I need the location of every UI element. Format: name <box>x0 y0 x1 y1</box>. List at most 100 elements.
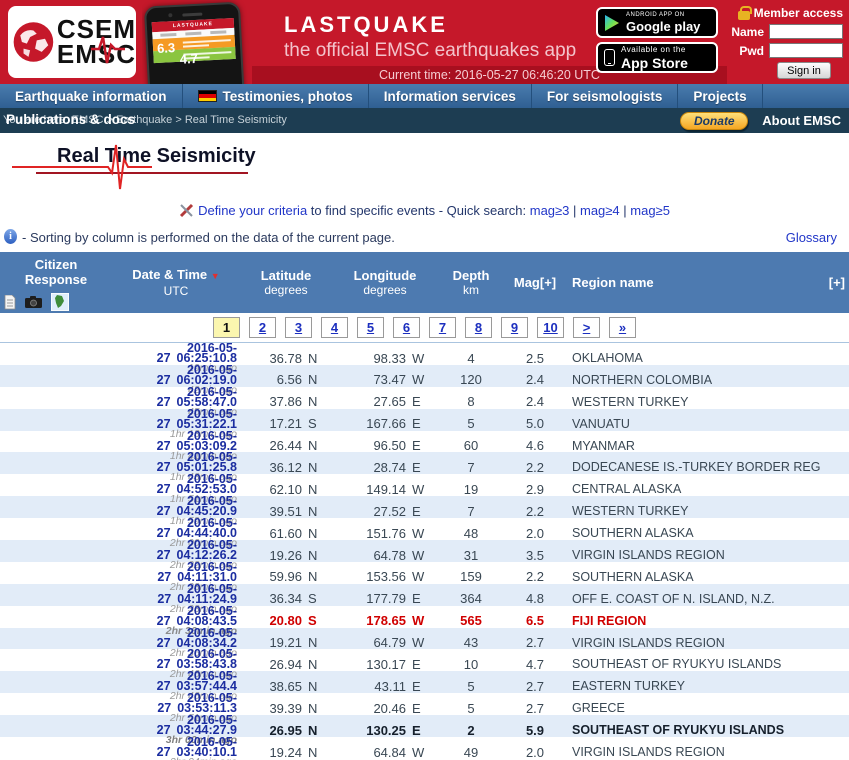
table-row[interactable]: 2016-05-27 05:31:22.1 1hr 13min ago 17.21… <box>0 407 849 439</box>
longitude-dir-cell: W <box>412 350 425 366</box>
expand-columns-button[interactable]: [+] <box>828 275 849 290</box>
date-time-header[interactable]: Date & Time ▼ UTC <box>112 267 240 299</box>
member-access-title: Member access <box>753 6 843 20</box>
table-row[interactable]: 2016-05-2703:40:10.1 3hr 04min ago 19.24… <box>0 736 849 760</box>
latitude-cell: 37.86 <box>269 394 302 410</box>
table-row[interactable]: 2016-05-27 04:11:31.0 2hr 33min ago 59.96… <box>0 561 849 593</box>
table-row[interactable]: 2016-05-27 03:58:43.8 2hr 46min ago 26.94… <box>0 648 849 680</box>
depth-cell: 7 <box>467 459 475 475</box>
region-cell[interactable]: DODECANESE IS.-TURKEY BORDER REG <box>566 460 828 474</box>
nav-item-information-services[interactable]: Information services <box>369 84 532 108</box>
region-cell[interactable]: NORTHERN COLOMBIA <box>566 373 828 387</box>
table-row[interactable]: 2016-05-27 03:44:27.9 3hr 00min ago 26.95… <box>0 714 849 745</box>
region-cell[interactable]: FIJI REGION <box>566 614 828 628</box>
page-link[interactable]: 7 <box>429 317 456 338</box>
table-row[interactable]: 2016-05-27 06:25:10.8 19min ago 36.78 N 9… <box>0 342 849 374</box>
donate-button[interactable]: Donate <box>680 111 749 130</box>
table-row[interactable]: 2016-05-27 04:52:53.0 1hr 51min ago 62.10… <box>0 473 849 505</box>
camera-icon[interactable] <box>25 296 42 308</box>
page-current[interactable]: 1 <box>213 317 240 338</box>
region-cell[interactable]: VANUATU <box>566 417 828 431</box>
magnitude-header[interactable]: Mag[+] <box>504 275 566 290</box>
page-link[interactable]: 6 <box>393 317 420 338</box>
region-cell[interactable]: WESTERN TURKEY <box>566 395 828 409</box>
region-header[interactable]: Region name <box>566 275 828 290</box>
region-cell[interactable]: OFF E. COAST OF N. ISLAND, N.Z. <box>566 592 828 606</box>
name-field[interactable] <box>769 24 843 39</box>
region-cell[interactable]: CENTRAL ALASKA <box>566 482 828 496</box>
page-next[interactable]: > <box>573 317 600 338</box>
emsc-logo[interactable]: CSEM EMSC <box>8 6 136 78</box>
page-last[interactable]: » <box>609 317 636 338</box>
longitude-cell: 149.14 <box>366 481 406 497</box>
table-row[interactable]: 2016-05-27 06:02:19.0 42min ago 6.56 N 73… <box>0 364 849 395</box>
sign-in-button[interactable]: Sign in <box>777 62 831 79</box>
map-icon[interactable] <box>51 293 69 311</box>
nav-item-earthquake-information[interactable]: Earthquake information <box>0 84 183 108</box>
table-row[interactable]: 2016-05-27 05:03:09.2 1hr 41min ago 26.44… <box>0 429 849 461</box>
magnitude-cell: 3.5 <box>525 547 545 563</box>
table-row[interactable]: 2016-05-27 04:44:40.0 2hr 00min ago 61.60… <box>0 517 849 549</box>
region-cell[interactable]: VIRGIN ISLANDS REGION <box>566 636 828 650</box>
table-row[interactable]: 2016-05-27 04:11:24.9 2hr 33min ago 36.34… <box>0 583 849 614</box>
nav-item-testimonies-photos[interactable]: Testimonies, photos <box>183 84 369 108</box>
region-cell[interactable]: EASTERN TURKEY <box>566 679 828 693</box>
breadcrumb-bar: You are here: EMSC > Earthquake > Real T… <box>0 108 849 133</box>
page-link[interactable]: 4 <box>321 317 348 338</box>
region-cell[interactable]: SOUTHERN ALASKA <box>566 570 828 584</box>
region-cell[interactable]: VIRGIN ISLANDS REGION <box>566 548 828 562</box>
longitude-cell: 20.46 <box>373 700 406 716</box>
quick-search-mag3[interactable]: mag≥3 <box>530 203 570 218</box>
depth-header[interactable]: Depth km <box>438 268 504 298</box>
table-row[interactable]: 2016-05-27 05:58:47.0 45min ago 37.86 N 2… <box>0 386 849 418</box>
longitude-dir-cell: E <box>412 722 421 738</box>
nav-item-projects[interactable]: Projects <box>678 84 763 108</box>
globe-icon <box>13 22 54 62</box>
page-link[interactable]: 10 <box>537 317 564 338</box>
table-row[interactable]: 2016-05-27 04:45:20.9 1hr 59min ago 39.51… <box>0 495 849 526</box>
longitude-cell: 27.65 <box>373 394 406 410</box>
page-title-block: Real Time Seismicity <box>0 133 849 195</box>
page-link[interactable]: 9 <box>501 317 528 338</box>
define-criteria-link[interactable]: Define your criteria <box>198 203 307 218</box>
table-row[interactable]: 2016-05-27 03:57:44.4 2hr 46min ago 38.65… <box>0 670 849 702</box>
longitude-cell: 130.17 <box>366 656 406 672</box>
pwd-field[interactable] <box>769 43 843 58</box>
region-cell[interactable]: SOUTHEAST OF RYUKYU ISLANDS <box>566 723 828 737</box>
table-row[interactable]: 2016-05-27 05:01:25.8 1hr 43min ago 36.12… <box>0 451 849 483</box>
longitude-cell: 130.25 <box>366 722 406 738</box>
table-row[interactable]: 2016-05-27 04:08:43.5 2hr 36min ago 20.80… <box>0 604 849 636</box>
about-emsc-link[interactable]: About EMSC <box>762 113 841 128</box>
region-cell[interactable]: WESTERN TURKEY <box>566 504 828 518</box>
quick-search-mag5[interactable]: mag≥5 <box>630 203 670 218</box>
document-icon[interactable] <box>4 294 16 310</box>
latitude-header[interactable]: Latitude degrees <box>240 268 332 298</box>
region-cell[interactable]: SOUTHEAST OF RYUKYU ISLANDS <box>566 657 828 671</box>
longitude-dir-cell: W <box>412 569 425 585</box>
nav-item-for-seismologists[interactable]: For seismologists <box>532 84 679 108</box>
section-title[interactable]: Publications & docs <box>6 112 135 127</box>
magnitude-cell: 2.4 <box>525 372 545 388</box>
depth-cell: 49 <box>463 744 479 760</box>
region-cell[interactable]: MYANMAR <box>566 439 828 453</box>
date-cell[interactable]: 2016-05-2703:40:10.1 3hr 04min ago <box>112 736 240 760</box>
table-row[interactable]: 2016-05-27 04:12:26.2 2hr 32min ago 19.26… <box>0 539 849 570</box>
google-play-badge[interactable]: ANDROID APP ON Google play <box>596 7 718 38</box>
glossary-link[interactable]: Glossary <box>786 230 837 245</box>
region-cell[interactable]: OKLAHOMA <box>566 351 828 365</box>
latitude-dir-cell: N <box>308 503 318 519</box>
app-store-badge[interactable]: Available on the App Store <box>596 42 718 73</box>
table-row[interactable]: 2016-05-27 03:53:11.3 2hr 51min ago 39.39… <box>0 692 849 724</box>
region-cell[interactable]: GREECE <box>566 701 828 715</box>
page-link[interactable]: 3 <box>285 317 312 338</box>
longitude-header[interactable]: Longitude degrees <box>332 268 438 298</box>
table-row[interactable]: 2016-05-27 04:08:34.2 2hr 36min ago 19.21… <box>0 626 849 658</box>
sort-desc-icon[interactable]: ▼ <box>211 271 220 281</box>
page-link[interactable]: 2 <box>249 317 276 338</box>
longitude-cell: 178.65 <box>366 613 406 629</box>
quick-search-mag4[interactable]: mag≥4 <box>580 203 620 218</box>
page-link[interactable]: 8 <box>465 317 492 338</box>
region-cell[interactable]: VIRGIN ISLANDS REGION <box>566 745 828 759</box>
page-link[interactable]: 5 <box>357 317 384 338</box>
region-cell[interactable]: SOUTHERN ALASKA <box>566 526 828 540</box>
